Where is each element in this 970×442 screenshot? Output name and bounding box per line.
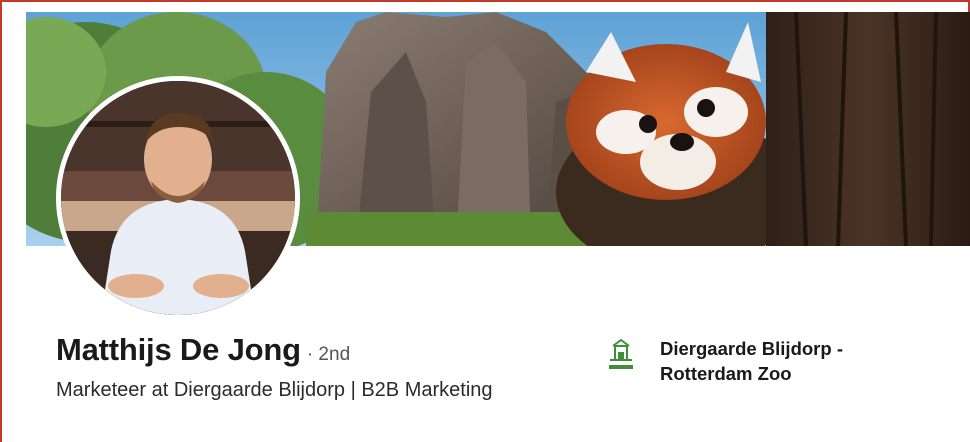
profile-card: Matthijs De Jong · 2nd Marketeer at Dier… [26,12,970,442]
company-name[interactable]: Diergaarde Blijdorp - Rotterdam Zoo [660,336,920,386]
current-company[interactable]: Diergaarde Blijdorp - Rotterdam Zoo [606,336,920,386]
profile-name-row: Matthijs De Jong · 2nd [56,332,350,368]
profile-avatar[interactable] [56,76,300,320]
profile-headline: Marketeer at Diergaarde Blijdorp | B2B M… [56,379,493,401]
zoo-logo-icon [609,338,633,369]
profile-name[interactable]: Matthijs De Jong [56,332,301,368]
connection-degree: · 2nd [306,344,351,365]
